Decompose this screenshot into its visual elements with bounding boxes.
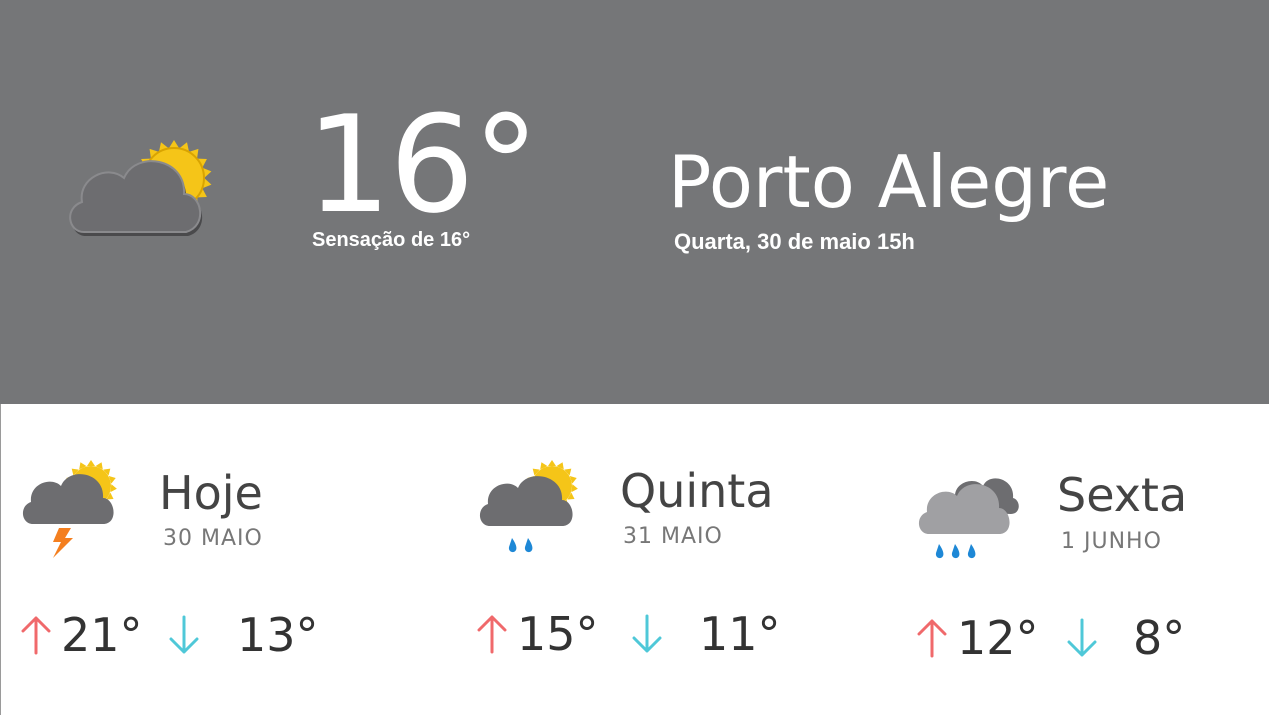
forecast-max-temp: 21° bbox=[61, 608, 143, 662]
feels-like-label: Sensação de 16° bbox=[312, 229, 471, 251]
partly-cloudy-rain-icon bbox=[479, 460, 578, 553]
arrow-down-icon bbox=[169, 615, 199, 654]
forecast-day-date: 1 JUNHO bbox=[1061, 529, 1162, 554]
current-conditions-panel: 16° Sensação de 16° Porto Alegre Quarta,… bbox=[0, 0, 1269, 404]
forecast-min-temp: 13° bbox=[237, 608, 319, 662]
forecast-day-name: Sexta bbox=[1057, 468, 1188, 522]
forecast-panel: Hoje 30 MAIO 21° 13° Quinta 31 MAIO 15° … bbox=[0, 404, 1269, 715]
forecast-day-name: Hoje bbox=[159, 466, 263, 520]
current-temperature: 16° bbox=[306, 87, 540, 243]
arrow-up-icon bbox=[21, 616, 51, 655]
forecast-day-date: 30 MAIO bbox=[163, 526, 263, 551]
arrow-down-icon bbox=[1067, 618, 1097, 657]
forecast-day-name: Quinta bbox=[620, 464, 774, 518]
arrow-up-icon bbox=[477, 615, 507, 654]
city-name: Porto Alegre bbox=[668, 140, 1110, 224]
partly-cloudy-icon bbox=[69, 140, 212, 236]
forecast-day-thursday[interactable]: Quinta 31 MAIO 15° 11° bbox=[456, 404, 876, 715]
forecast-day-date: 31 MAIO bbox=[623, 524, 723, 549]
forecast-day-today[interactable]: Hoje 30 MAIO 21° 13° bbox=[1, 404, 421, 715]
cloudy-rain-icon bbox=[918, 478, 1019, 559]
arrow-up-icon bbox=[917, 619, 947, 658]
arrow-down-icon bbox=[632, 614, 662, 653]
forecast-min-temp: 11° bbox=[699, 607, 781, 661]
forecast-max-temp: 12° bbox=[957, 611, 1039, 665]
partly-cloudy-thunder-icon bbox=[22, 460, 117, 558]
forecast-max-temp: 15° bbox=[517, 607, 599, 661]
forecast-min-temp: 8° bbox=[1133, 611, 1186, 665]
weather-app: 16° Sensação de 16° Porto Alegre Quarta,… bbox=[0, 0, 1269, 715]
forecast-day-friday[interactable]: Sexta 1 JUNHO 12° 8° bbox=[899, 404, 1269, 715]
current-datetime: Quarta, 30 de maio 15h bbox=[674, 229, 915, 254]
